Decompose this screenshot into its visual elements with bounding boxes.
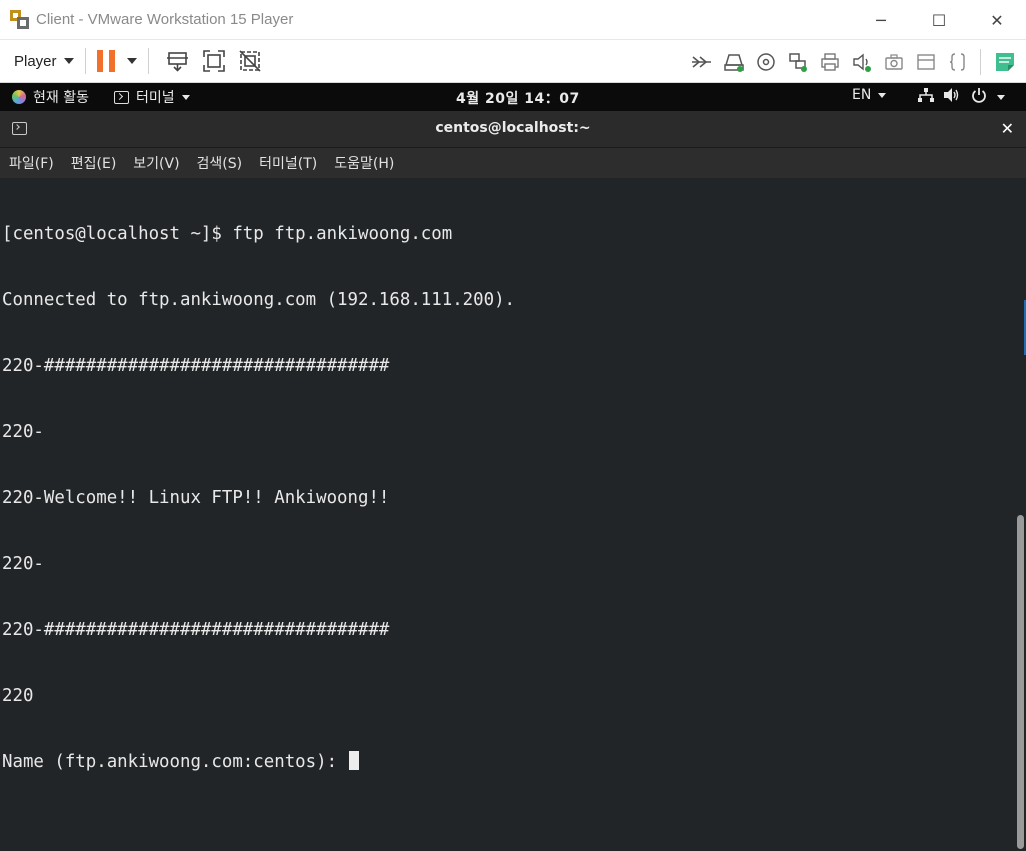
toolbar-divider	[84, 48, 86, 74]
terminal-scrollbar[interactable]	[1017, 515, 1024, 849]
terminal-prompt-line[interactable]: Name (ftp.ankiwoong.com:centos):	[2, 751, 515, 773]
language-label: EN	[852, 87, 872, 103]
terminal-title: centos@localhost:~	[435, 120, 591, 136]
terminal-line: Connected to ftp.ankiwoong.com (192.168.…	[2, 290, 516, 310]
terminal-close-button[interactable]: ✕	[1001, 119, 1014, 138]
text-cursor	[348, 751, 359, 770]
menu-help[interactable]: 도움말(H)	[334, 153, 394, 173]
forward-icon[interactable]	[691, 51, 713, 73]
window-title: Client - VMware Workstation 15 Player	[36, 11, 294, 28]
terminal-output[interactable]: [centos@localhost ~]$ ftp ftp.ankiwoong.…	[0, 178, 1026, 851]
chevron-down-icon	[181, 94, 190, 100]
vmware-logo-icon	[10, 9, 30, 30]
chevron-down-icon	[997, 94, 1005, 100]
printer-icon[interactable]	[819, 51, 841, 73]
terminal-line: 220	[2, 686, 34, 706]
minimize-button[interactable]: ─	[852, 0, 910, 40]
toolbar-divider	[980, 48, 981, 75]
menu-search[interactable]: 검색(S)	[197, 153, 243, 173]
sound-card-icon[interactable]	[851, 51, 873, 73]
power-icon	[971, 87, 987, 107]
cd-dvd-icon[interactable]	[755, 51, 777, 73]
menu-view[interactable]: 보기(V)	[133, 153, 179, 173]
terminal-line: 220-Welcome!! Linux FTP!! Ankiwoong!!	[2, 488, 390, 508]
pause-icon[interactable]	[96, 50, 115, 72]
close-button[interactable]: ✕	[968, 0, 1026, 40]
display-icon[interactable]	[947, 51, 969, 73]
system-menu[interactable]	[917, 87, 1005, 107]
network-icon	[917, 87, 935, 107]
gnome-top-bar: 현재 활동 터미널 4월 20일 14：07 EN	[0, 83, 1026, 111]
network-adapter-icon[interactable]	[787, 51, 809, 73]
app-menu-label: 터미널	[136, 90, 175, 106]
input-language-selector[interactable]: EN	[852, 87, 887, 103]
app-menu-terminal[interactable]: 터미널	[114, 87, 190, 107]
title-bar: Client - VMware Workstation 15 Player ─ …	[0, 0, 1026, 40]
terminal-menu-bar: 파일(F) 편집(E) 보기(V) 검색(S) 터미널(T) 도움말(H)	[0, 148, 1026, 178]
full-screen-icon[interactable]	[202, 49, 226, 73]
player-menu-label: Player	[14, 52, 57, 70]
gnome-foot-icon	[12, 90, 26, 104]
send-ctrl-alt-del-icon[interactable]	[166, 49, 190, 73]
power-options-chevron-icon[interactable]	[126, 58, 137, 64]
activities-button[interactable]: 현재 활동	[12, 87, 89, 107]
activities-label: 현재 활동	[33, 90, 89, 106]
vmware-toolbar: Player	[0, 40, 1026, 83]
chevron-down-icon	[63, 58, 74, 64]
message-log-icon[interactable]	[994, 51, 1016, 73]
terminal-line: [centos@localhost ~]$ ftp ftp.ankiwoong.…	[2, 224, 453, 244]
terminal-icon	[114, 90, 129, 104]
menu-edit[interactable]: 편집(E)	[71, 153, 117, 173]
toolbar-divider	[147, 48, 149, 74]
menu-terminal[interactable]: 터미널(T)	[259, 153, 317, 173]
maximize-button[interactable]: ☐	[910, 0, 968, 40]
menu-file[interactable]: 파일(F)	[9, 153, 54, 173]
hard-disk-icon[interactable]	[723, 51, 745, 73]
terminal-line: 220-#################################	[2, 620, 390, 640]
ftp-name-prompt: Name (ftp.ankiwoong.com:centos):	[2, 752, 348, 772]
chevron-down-icon	[878, 92, 887, 98]
player-menu[interactable]: Player	[14, 53, 74, 70]
usb-device-icon[interactable]	[915, 51, 937, 73]
volume-icon	[943, 87, 961, 107]
camera-icon[interactable]	[883, 51, 905, 73]
clock[interactable]: 4월 20일 14：07	[456, 88, 580, 108]
terminal-line: 220-#################################	[2, 356, 390, 376]
terminal-line: 220-	[2, 554, 44, 574]
terminal-header-bar: centos@localhost:~ ✕	[0, 111, 1026, 148]
unity-mode-icon[interactable]	[238, 49, 262, 73]
terminal-line: 220-	[2, 422, 44, 442]
